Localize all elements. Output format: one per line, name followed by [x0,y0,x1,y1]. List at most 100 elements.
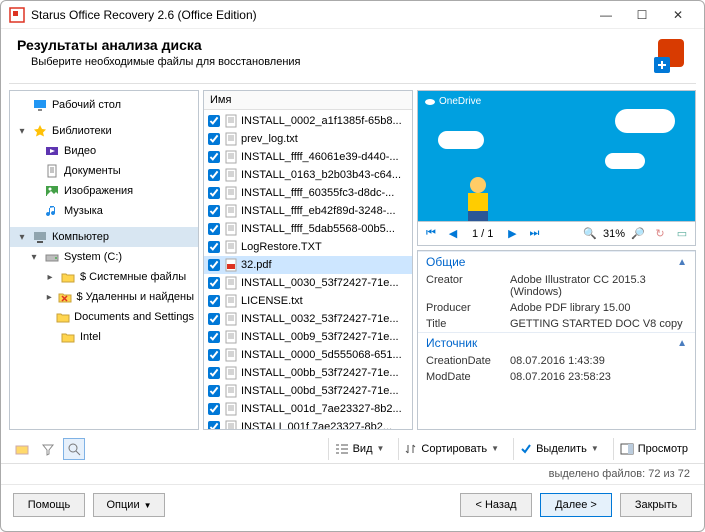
rotate-button[interactable]: ↻ [651,225,669,243]
collapse-icon[interactable]: ▲ [677,338,687,349]
search-icon[interactable] [63,438,85,460]
options-button[interactable]: Опции▼ [93,493,165,517]
file-checkbox[interactable] [208,313,220,325]
zoom-out-button[interactable]: 🔍 [581,225,599,243]
tree-item-label: Documents and Settings [74,311,194,323]
file-row[interactable]: INSTALL_ffff_46061e39-d440-... [204,148,412,166]
file-checkbox[interactable] [208,295,220,307]
file-checkbox[interactable] [208,187,220,199]
list-icon [335,443,349,455]
meta-value: Adobe PDF library 15.00 [510,302,687,314]
file-checkbox[interactable] [208,277,220,289]
file-row[interactable]: INSTALL_0002_a1f1385f-65b8... [204,112,412,130]
file-checkbox[interactable] [208,259,220,271]
preview-toggle[interactable]: Просмотр [613,438,694,460]
tree-item[interactable]: ▾Библиотеки [10,121,198,141]
file-checkbox[interactable] [208,169,220,181]
file-checkbox[interactable] [208,331,220,343]
file-checkbox[interactable] [208,421,220,429]
file-list[interactable]: INSTALL_0002_a1f1385f-65b8...prev_log.tx… [204,110,412,429]
tree-item[interactable]: Документы [10,161,198,181]
close-button[interactable]: ✕ [660,3,696,27]
meta-row: ProducerAdobe PDF library 15.00 [418,300,695,316]
file-checkbox[interactable] [208,403,220,415]
view-mode-dropdown[interactable]: Вид▼ [328,438,391,460]
file-row[interactable]: 32.pdf [204,256,412,274]
tree-item[interactable]: Рабочий стол [10,95,198,115]
music-icon [44,203,60,219]
file-row[interactable]: INSTALL_ffff_eb42f89d-3248-... [204,202,412,220]
file-row[interactable]: INSTALL_001d_7ae23327-8b2... [204,400,412,418]
txt-file-icon [224,402,238,416]
selection-count: выделено файлов: 72 из 72 [549,468,690,480]
file-row[interactable]: INSTALL_0000_5d555068-651... [204,346,412,364]
txt-file-icon [224,186,238,200]
tree-item[interactable]: Documents and Settings [10,307,198,327]
pdf-file-icon [224,258,238,272]
file-row[interactable]: INSTALL_0032_53f72427-71e... [204,310,412,328]
folder-tree[interactable]: Рабочий стол ▾БиблиотекиВидео Документы Изо… [9,90,199,430]
tree-item[interactable]: Intel [10,327,198,347]
tree-item[interactable]: Изображения [10,181,198,201]
file-row[interactable]: INSTALL_ffff_5dab5568-00b5... [204,220,412,238]
collapse-icon[interactable]: ▲ [677,257,687,268]
select-dropdown[interactable]: Выделить▼ [513,438,605,460]
tree-item[interactable]: ▸$ Удаленны и найдены [10,287,198,307]
tool-folder-icon[interactable] [11,438,33,460]
file-row[interactable]: prev_log.txt [204,130,412,148]
desktop-icon [32,97,48,113]
filter-icon[interactable] [37,438,59,460]
file-checkbox[interactable] [208,367,220,379]
meta-section-source[interactable]: Источник ▲ [418,332,695,353]
file-name: INSTALL_0032_53f72427-71e... [241,313,399,325]
column-header-name[interactable]: Имя [204,91,412,110]
file-row[interactable]: LICENSE.txt [204,292,412,310]
file-checkbox[interactable] [208,223,220,235]
txt-file-icon [224,240,238,254]
txt-file-icon [224,312,238,326]
help-button[interactable]: Помощь [13,493,85,517]
meta-section-general[interactable]: Общие ▲ [418,251,695,272]
tree-item-label: Документы [64,165,121,177]
tree-item[interactable]: ▾System (C:) [10,247,198,267]
file-row[interactable]: LogRestore.TXT [204,238,412,256]
close-wizard-button[interactable]: Закрыть [620,493,692,517]
tree-item[interactable]: Музыка [10,201,198,221]
minimize-button[interactable]: — [588,3,624,27]
tree-item[interactable]: ▸$ Системные файлы [10,267,198,287]
file-name: LICENSE.txt [241,295,303,307]
folder-r-icon [58,289,72,305]
file-checkbox[interactable] [208,133,220,145]
meta-value: Adobe Illustrator CC 2015.3 (Windows) [510,274,687,298]
file-row[interactable]: INSTALL_00b9_53f72427-71e... [204,328,412,346]
tree-item-label: Изображения [64,185,133,197]
back-button[interactable]: < Назад [460,493,532,517]
file-row[interactable]: INSTALL_0163_b2b03b43-c64... [204,166,412,184]
file-row[interactable]: INSTALL_00bd_53f72427-71e... [204,382,412,400]
file-row[interactable]: INSTALL_00bb_53f72427-71e... [204,364,412,382]
tree-item[interactable]: Видео [10,141,198,161]
zoom-in-button[interactable]: 🔎 [629,225,647,243]
file-checkbox[interactable] [208,385,220,397]
file-row[interactable]: INSTALL 001f 7ae23327-8b2... [204,418,412,429]
file-row[interactable]: INSTALL_ffff_60355fc3-d8dc-... [204,184,412,202]
last-page-button[interactable]: ⏭ [525,225,543,243]
maximize-button[interactable]: ☐ [624,3,660,27]
file-checkbox[interactable] [208,205,220,217]
tree-item-label: Музыка [64,205,103,217]
next-button[interactable]: Далее > [540,493,612,517]
file-list-panel: Имя INSTALL_0002_a1f1385f-65b8...prev_lo… [203,90,413,430]
meta-row: CreatorAdobe Illustrator CC 2015.3 (Wind… [418,272,695,300]
tree-item-label: Библиотеки [52,125,112,137]
next-page-button[interactable]: ▶ [503,225,521,243]
sort-dropdown[interactable]: Сортировать▼ [398,438,505,460]
prev-page-button[interactable]: ◀ [444,225,462,243]
file-checkbox[interactable] [208,349,220,361]
file-row[interactable]: INSTALL_0030_53f72427-71e... [204,274,412,292]
first-page-button[interactable]: ⏮ [422,225,440,243]
file-checkbox[interactable] [208,241,220,253]
fit-button[interactable]: ▭ [673,225,691,243]
file-checkbox[interactable] [208,151,220,163]
tree-item[interactable]: ▾Компьютер [10,227,198,247]
file-checkbox[interactable] [208,115,220,127]
